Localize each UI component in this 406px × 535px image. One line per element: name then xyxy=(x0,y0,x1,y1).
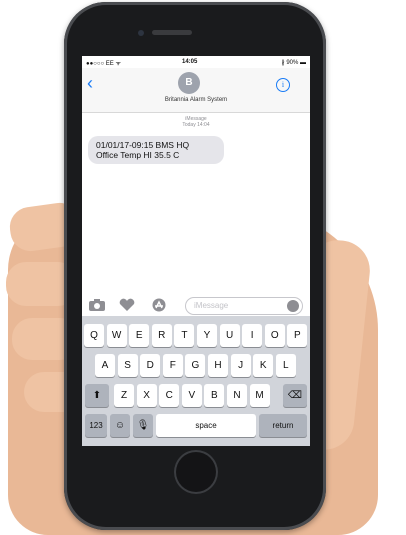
mic-icon[interactable] xyxy=(287,300,299,312)
key-d[interactable]: D xyxy=(140,354,161,377)
key-c[interactable]: C xyxy=(159,384,180,407)
screen: ●●○○○ EE ᯤ 14:05 ∦ 90% ▬ ‹ B Britannia A… xyxy=(82,56,310,446)
clock: 14:05 xyxy=(182,59,198,65)
key-e[interactable]: E xyxy=(129,324,150,347)
key-v[interactable]: V xyxy=(181,384,202,407)
key-h[interactable]: H xyxy=(208,354,228,377)
key-l[interactable]: L xyxy=(275,354,296,377)
back-chevron-icon[interactable]: ‹ xyxy=(87,74,93,92)
key-p[interactable]: P xyxy=(287,324,308,347)
front-camera xyxy=(138,30,144,36)
key-t[interactable]: T xyxy=(174,324,195,347)
key-k[interactable]: K xyxy=(253,354,274,377)
camera-icon[interactable] xyxy=(88,298,106,312)
message-line: 01/01/17-09:15 BMS HQ xyxy=(96,140,190,150)
home-button[interactable] xyxy=(174,450,218,494)
message-timestamp: Today 14:04 xyxy=(182,122,210,128)
key-r[interactable]: R xyxy=(151,324,172,347)
key-g[interactable]: G xyxy=(185,354,206,377)
message-input[interactable]: iMessage xyxy=(185,297,303,315)
contact-avatar[interactable]: B xyxy=(178,72,200,94)
keyboard: QWERTYUIOP ASDFGHJKL ZXCVBNM ⬆ ⌫ 123 ☺ 🎙… xyxy=(82,316,310,446)
key-x[interactable]: X xyxy=(136,384,157,407)
key-y[interactable]: Y xyxy=(197,324,217,347)
key-a[interactable]: A xyxy=(95,354,115,377)
received-message-bubble[interactable]: 01/01/17-09:15 BMS HQ Office Temp HI 35.… xyxy=(88,136,224,164)
key-s[interactable]: S xyxy=(117,354,138,377)
dictation-key[interactable]: 🎙 xyxy=(133,414,153,437)
input-placeholder: iMessage xyxy=(194,301,229,310)
conversation-header: ‹ B Britannia Alarm System i xyxy=(82,68,310,113)
key-u[interactable]: U xyxy=(219,324,240,347)
key-m[interactable]: M xyxy=(249,384,270,407)
battery-indicator: ∦ 90% ▬ xyxy=(281,60,306,66)
thread-meta: iMessage Today 14:04 xyxy=(82,116,310,128)
carrier-signal: ●●○○○ EE ᯤ xyxy=(86,61,121,67)
key-f[interactable]: F xyxy=(162,354,183,377)
key-b[interactable]: B xyxy=(204,384,225,407)
space-key[interactable]: space xyxy=(156,414,256,437)
key-j[interactable]: J xyxy=(230,354,251,377)
key-n[interactable]: N xyxy=(227,384,247,407)
emoji-key[interactable]: ☺ xyxy=(110,414,130,437)
key-o[interactable]: O xyxy=(264,324,285,347)
speaker-grille xyxy=(152,30,192,35)
shift-key[interactable]: ⬆ xyxy=(85,384,109,407)
message-line: Office Temp HI 35.5 C xyxy=(96,150,180,160)
info-icon[interactable]: i xyxy=(276,78,290,92)
composer-bar: iMessage xyxy=(82,294,310,316)
key-q[interactable]: Q xyxy=(84,324,104,347)
app-store-icon[interactable] xyxy=(150,298,168,312)
contact-name[interactable]: Britannia Alarm System xyxy=(82,97,310,103)
digital-touch-icon[interactable] xyxy=(118,298,136,312)
key-w[interactable]: W xyxy=(106,324,127,347)
status-bar: ●●○○○ EE ᯤ 14:05 ∦ 90% ▬ xyxy=(82,56,310,68)
delete-key[interactable]: ⌫ xyxy=(283,384,307,407)
numbers-key[interactable]: 123 xyxy=(85,414,107,437)
return-key[interactable]: return xyxy=(259,414,307,437)
key-z[interactable]: Z xyxy=(114,384,134,407)
key-i[interactable]: I xyxy=(242,324,263,347)
